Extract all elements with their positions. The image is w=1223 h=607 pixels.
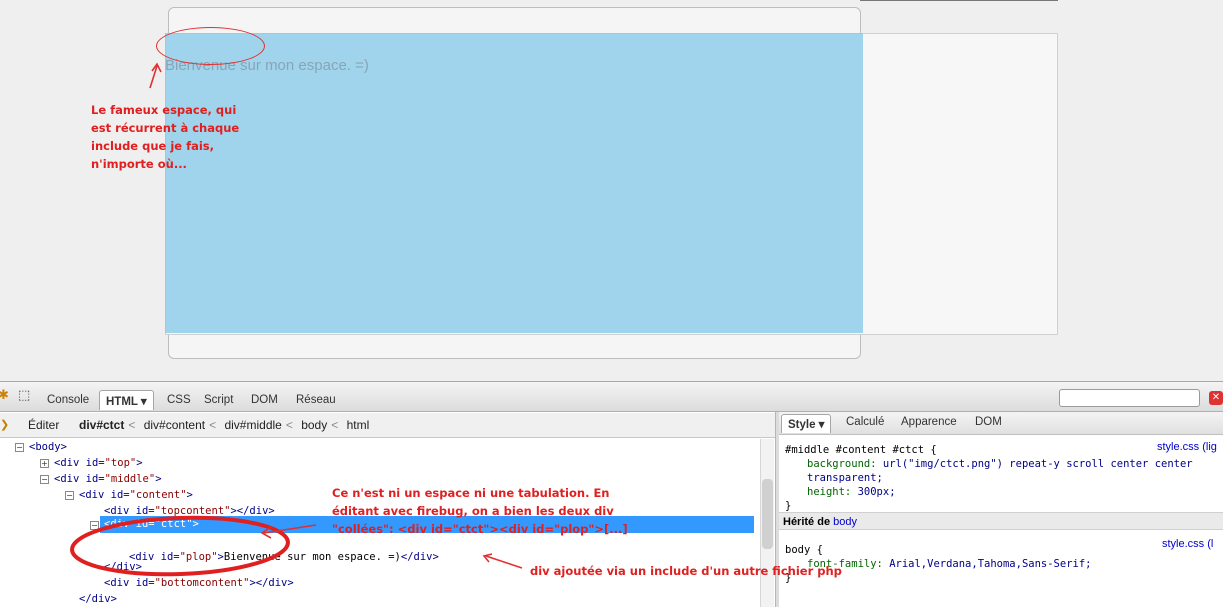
annotation-arrow-left	[260, 524, 317, 539]
annotation-arrow-include	[482, 553, 523, 569]
annotation-note-espace: Le fameux espace, qui est récurrent à ch…	[91, 103, 240, 171]
annotation-note-include: div ajoutée via un include d'un autre fi…	[530, 564, 842, 578]
screenshot: Bienvenue sur mon espace. =) ✱ ⬚ Console…	[0, 0, 1223, 607]
annotation-ellipse-html	[70, 515, 290, 577]
annotation-note-tabulation: Ce n'est ni un espace ni une tabulation.…	[332, 486, 628, 536]
annotation-arrow-up	[149, 62, 162, 89]
